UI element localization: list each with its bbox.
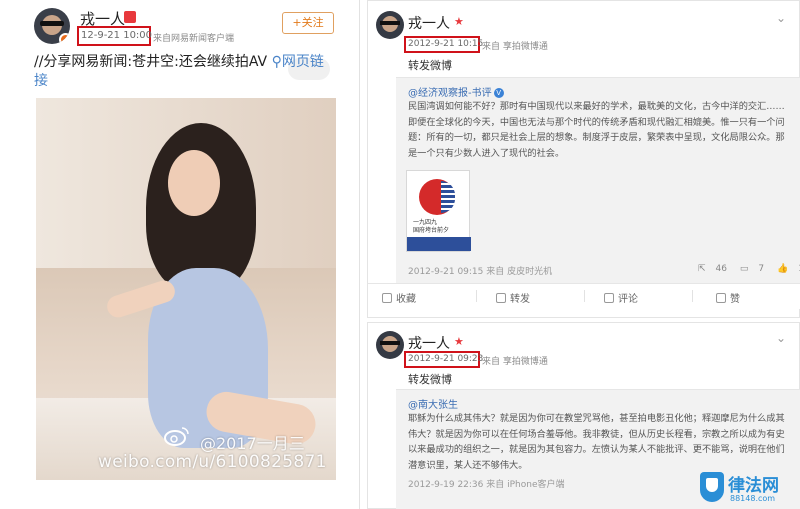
chevron-down-icon[interactable]: ⌄ xyxy=(776,11,786,25)
quoted-line: 即便在全球化的今天，中国也无法与那个时代的传统矛盾和现代融汇相媲美。惟一只有一个… xyxy=(408,116,785,128)
quoted-meta: 2012-9-21 09:15 来自 皮皮时光机 xyxy=(408,267,553,277)
quoted-text: 耶稣为什么成其伟大？就是因为你可在教堂咒骂他，甚至拍电影丑化他；释迦摩尼为什么成… xyxy=(408,411,798,473)
comment-icon xyxy=(604,293,614,303)
quoted-line: 伟大？就是因为你可以在任何场合羞辱他。我非教徒，但从历史长程看，宗教之所以成为有… xyxy=(408,428,785,440)
site-watermark-logo: 律法网 88148.com xyxy=(700,470,796,506)
user-avatar[interactable] xyxy=(376,331,404,359)
quoted-author-name: @经济观察报-书评 xyxy=(408,88,492,99)
favorite-icon xyxy=(382,293,392,303)
shield-icon xyxy=(700,472,724,502)
user-avatar[interactable] xyxy=(34,8,70,44)
book-cover-image[interactable]: 一九四九 国府垮台前夕 xyxy=(406,170,471,252)
post-source: 来自 享拍微博通 xyxy=(482,42,548,52)
photo-face xyxy=(168,150,220,216)
watermark-handle: @2017一月三 xyxy=(200,434,305,453)
follow-button[interactable]: +关注 xyxy=(282,12,334,34)
verified-badge-icon xyxy=(59,33,70,44)
book-title: 一九四九 国府垮台前夕 xyxy=(413,219,450,234)
user-avatar[interactable] xyxy=(376,11,404,39)
post-timestamp[interactable]: 2012-9-21 10:15 xyxy=(408,39,483,49)
avatar-glasses xyxy=(40,21,64,26)
quoted-line: 题：所有的一切，都只是社会上层的想象。制度浮于皮层，繁荣表中呈现，文化局限公众。… xyxy=(408,132,785,143)
divider xyxy=(692,290,693,302)
share-count-icon[interactable]: ⇱ xyxy=(698,264,706,274)
comment-count-icon[interactable]: ▭ xyxy=(740,264,749,274)
like-label: 赞 xyxy=(730,294,740,305)
quoted-line: 民国湾调如何能不好？那时有中国现代以来最好的学术，最耽美的文化，古今中洋的交汇…… xyxy=(408,101,785,112)
avatar-glasses xyxy=(380,21,400,25)
action-bar: 收藏 转发 评论 赞 xyxy=(368,283,800,309)
comment-button[interactable]: 评论 xyxy=(604,290,638,305)
post-source: 来自 享拍微博通 xyxy=(482,357,548,367)
share-count[interactable]: 46 xyxy=(716,264,727,274)
username[interactable]: 戎一人 xyxy=(408,333,450,353)
quoted-meta: 2012-9-19 22:36 来自 iPhone客户端 xyxy=(408,480,565,490)
comment-label: 评论 xyxy=(618,294,638,305)
avatar-glasses xyxy=(380,341,400,345)
weibo-watermark-icon xyxy=(164,427,189,446)
quoted-author[interactable]: @经济观察报-书评 V xyxy=(408,84,504,99)
favorite-button[interactable]: 收藏 xyxy=(382,290,416,305)
post-photo[interactable] xyxy=(36,98,336,480)
favorite-label: 收藏 xyxy=(396,294,416,305)
post-source: 来自网易新闻客户端 xyxy=(153,34,235,44)
quoted-line: 以来最成功的组织之一，就是因为其包容力。左愤认为某人不能批评、更不能骂，说明在他… xyxy=(408,444,785,455)
site-name: 律法网 xyxy=(728,476,779,496)
comment-count[interactable]: 7 xyxy=(758,264,764,274)
quoted-line: 是一个只有少数人进入了现代的社会。 xyxy=(408,147,565,159)
repost-label: 转发 xyxy=(510,294,530,305)
quoted-stats: ⇱46 ▭7 👍19 xyxy=(688,264,800,274)
post-text-body: //分享网易新闻:苍井空:还会继续拍AV xyxy=(34,54,268,70)
book-band xyxy=(407,237,471,251)
site-domain: 88148.com xyxy=(730,494,776,503)
member-star-icon: ★ xyxy=(454,15,464,28)
watermark-url: weibo.com/u/6100825871 xyxy=(98,452,327,472)
like-count-icon[interactable]: 👍 xyxy=(777,264,788,274)
quoted-author[interactable]: @南大张生 xyxy=(408,396,458,411)
repost-icon xyxy=(496,293,506,303)
member-star-icon: ★ xyxy=(454,335,464,348)
like-icon xyxy=(716,293,726,303)
quoted-text: 民国湾调如何能不好？那时有中国现代以来最好的学术，最耽美的文化，古今中洋的交汇…… xyxy=(408,99,798,161)
username[interactable]: 戎一人 xyxy=(408,13,450,33)
link-icon: ⚲ xyxy=(271,54,282,70)
like-button[interactable]: 赞 xyxy=(716,290,740,305)
quoted-line: 耶稣为什么成其伟大？就是因为你可在教堂咒骂他，甚至拍电影丑化他；释迦摩尼为什么成… xyxy=(408,413,785,424)
left-weibo-post: 戎一人 12-9-21 10:00 来自网易新闻客户端 +关注 //分享网易新闻… xyxy=(0,0,360,509)
verified-v-icon: V xyxy=(493,88,504,98)
divider xyxy=(476,290,477,302)
right-weibo-post-1: 戎一人 ★ ⌄ 2012-9-21 10:15 来自 享拍微博通 转发微博 @经… xyxy=(367,0,800,318)
post-timestamp[interactable]: 2012-9-21 09:23 xyxy=(408,354,483,364)
post-text: //分享网易新闻:苍井空:还会继续拍AV ⚲网页链接 xyxy=(34,53,334,91)
repost-text: 转发微博 xyxy=(408,373,452,386)
repost-text: 转发微博 xyxy=(408,59,452,72)
divider xyxy=(584,290,585,302)
post-timestamp[interactable]: 12-9-21 10:00 xyxy=(81,30,152,41)
repost-button[interactable]: 转发 xyxy=(496,290,530,305)
member-crown-icon xyxy=(124,11,136,23)
chevron-down-icon[interactable]: ⌄ xyxy=(776,331,786,345)
book-stripe xyxy=(441,181,455,213)
